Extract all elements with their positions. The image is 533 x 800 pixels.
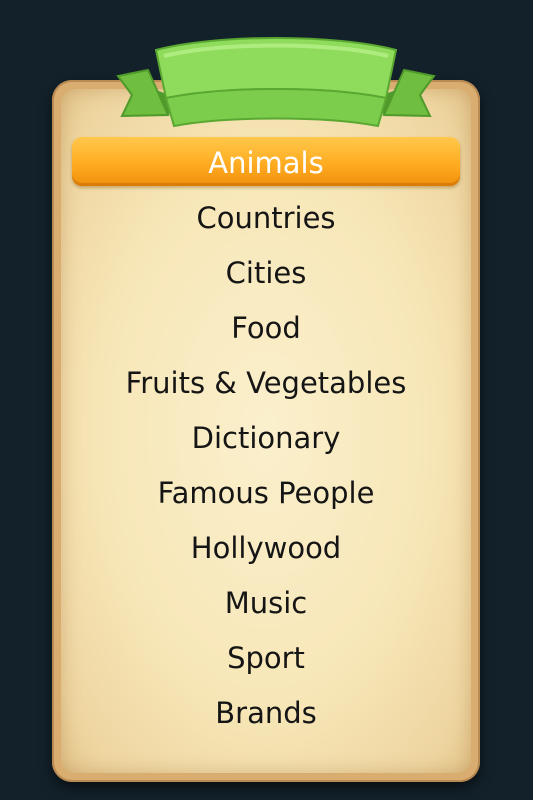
category-label: Hollywood — [190, 530, 342, 565]
category-label: Cities — [225, 255, 307, 290]
category-label: Music — [224, 585, 308, 620]
category-label: Brands — [215, 695, 317, 730]
category-item-animals[interactable]: Animals — [52, 135, 480, 190]
category-item-food[interactable]: Food — [52, 300, 480, 355]
category-item-sport[interactable]: Sport — [52, 630, 480, 685]
category-item-famous-people[interactable]: Famous People — [52, 465, 480, 520]
category-item-music[interactable]: Music — [52, 575, 480, 630]
category-label: Animals — [208, 145, 324, 180]
category-label: Fruits & Vegetables — [125, 365, 407, 400]
category-item-brands[interactable]: Brands — [52, 685, 480, 740]
category-label: Dictionary — [191, 420, 341, 455]
category-item-dictionary[interactable]: Dictionary — [52, 410, 480, 465]
category-item-cities[interactable]: Cities — [52, 245, 480, 300]
category-list: Animals Countries Cities Food Fruits & V… — [52, 135, 480, 740]
ribbon-banner-icon — [116, 37, 436, 128]
category-label: Food — [231, 310, 301, 345]
category-item-hollywood[interactable]: Hollywood — [52, 520, 480, 575]
category-label: Countries — [196, 200, 336, 235]
category-label: Sport — [227, 640, 305, 675]
category-item-countries[interactable]: Countries — [52, 190, 480, 245]
category-item-fruits-vegetables[interactable]: Fruits & Vegetables — [52, 355, 480, 410]
category-label: Famous People — [157, 475, 375, 510]
